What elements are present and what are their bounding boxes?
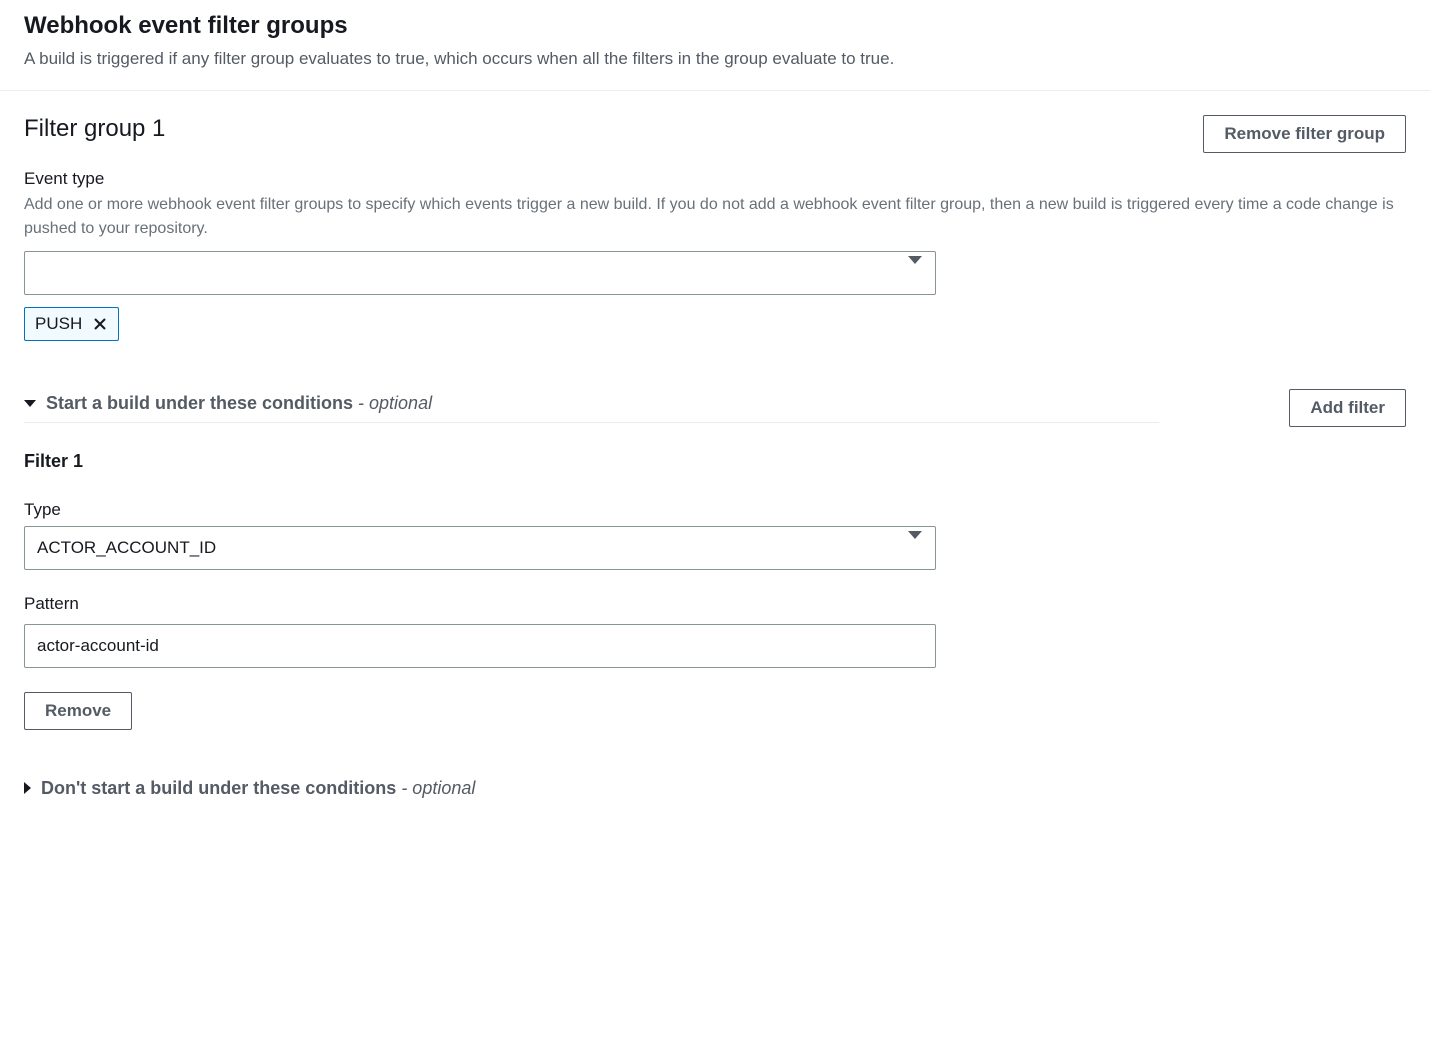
event-type-token-label: PUSH: [35, 314, 82, 334]
event-type-label: Event type: [24, 169, 1406, 189]
optional-suffix: - optional: [396, 778, 475, 798]
page-title: Webhook event filter groups: [24, 12, 1406, 40]
caret-down-icon: [24, 400, 36, 407]
filter-type-label: Type: [24, 500, 1406, 520]
token-remove-icon[interactable]: [92, 316, 108, 332]
filter-pattern-label: Pattern: [24, 594, 1406, 614]
filter-pattern-input[interactable]: [24, 624, 936, 668]
add-filter-button[interactable]: Add filter: [1289, 389, 1406, 427]
event-type-select[interactable]: [24, 251, 936, 295]
caret-right-icon: [24, 782, 31, 794]
remove-filter-group-button[interactable]: Remove filter group: [1203, 115, 1406, 153]
dont-start-conditions-toggle[interactable]: Don't start a build under these conditio…: [24, 778, 1406, 799]
start-conditions-toggle[interactable]: Start a build under these conditions - o…: [24, 393, 1159, 423]
start-conditions-label: Start a build under these conditions: [46, 393, 353, 413]
optional-suffix: - optional: [353, 393, 432, 413]
filter-type-select[interactable]: ACTOR_ACCOUNT_ID: [24, 526, 936, 570]
dont-start-conditions-label: Don't start a build under these conditio…: [41, 778, 396, 798]
event-type-token: PUSH: [24, 307, 119, 341]
page-description: A build is triggered if any filter group…: [24, 46, 1406, 72]
filter-heading: Filter 1: [24, 451, 1406, 472]
remove-filter-button[interactable]: Remove: [24, 692, 132, 730]
event-type-description: Add one or more webhook event filter gro…: [24, 193, 1406, 241]
filter-group-title: Filter group 1: [24, 115, 165, 143]
